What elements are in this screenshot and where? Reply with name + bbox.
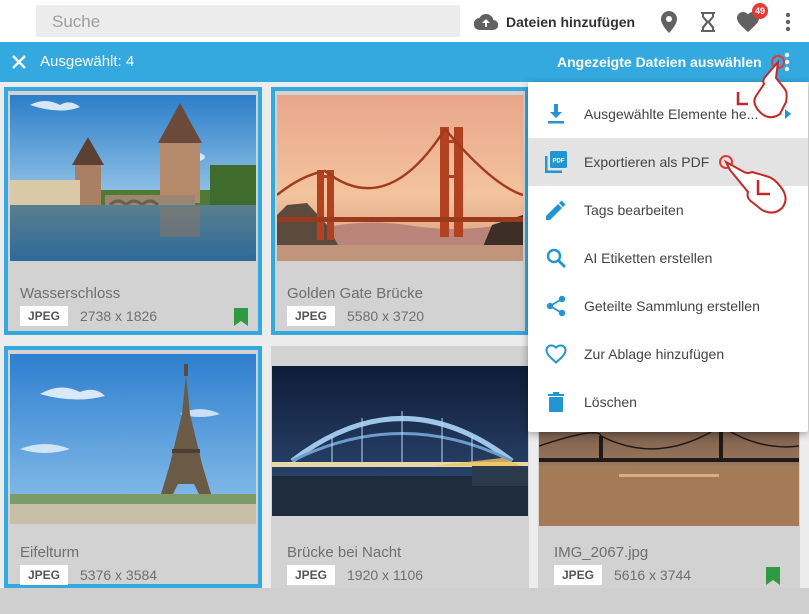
photo-eiffel: [10, 354, 256, 524]
cloud-upload-icon: [474, 13, 498, 31]
search-input[interactable]: Suche: [36, 5, 460, 37]
pencil-icon: [544, 198, 568, 222]
image-dimensions: 5376 x 3584: [80, 567, 158, 583]
image-card[interactable]: Brücke bei Nacht JPEG 1920 x 1106: [271, 346, 529, 588]
submenu-arrow-icon: [785, 109, 791, 119]
photo-golden-gate: [277, 95, 523, 261]
hourglass-icon[interactable]: [697, 11, 719, 33]
format-badge: JPEG: [554, 565, 603, 585]
card-title: Brücke bei Nacht: [287, 544, 402, 561]
select-displayed-button[interactable]: Angezeigte Dateien auswählen: [557, 54, 762, 70]
menu-item-download[interactable]: Ausgewählte Elemente he...: [528, 90, 808, 138]
image-dimensions: 5580 x 3720: [347, 308, 425, 324]
image-dimensions: 1920 x 1106: [347, 567, 424, 583]
menu-item-export-pdf[interactable]: PDF Exportieren als PDF: [528, 138, 808, 186]
more-vert-icon[interactable]: [777, 11, 799, 33]
menu-item-label: AI Etiketten erstellen: [584, 250, 713, 266]
card-title: Wasserschloss: [20, 285, 121, 302]
photo-wasserschloss: [10, 95, 256, 261]
selection-more-vert-icon[interactable]: [784, 52, 792, 72]
menu-item-label: Löschen: [584, 394, 637, 410]
format-badge: JPEG: [287, 565, 336, 585]
image-dimensions: 2738 x 1826: [80, 308, 158, 324]
search-icon: [544, 246, 568, 270]
menu-item-label: Zur Ablage hinzufügen: [584, 346, 725, 362]
svg-text:PDF: PDF: [553, 159, 565, 165]
menu-item-add-to-favorites[interactable]: Zur Ablage hinzufügen: [528, 330, 808, 378]
menu-item-label: Exportieren als PDF: [584, 154, 710, 170]
pdf-icon: PDF: [544, 150, 568, 174]
menu-item-label: Tags bearbeiten: [584, 202, 684, 218]
top-bar: Suche Dateien hinzufügen 49: [0, 0, 809, 43]
card-title: Golden Gate Brücke: [287, 285, 423, 302]
download-icon: [544, 102, 568, 126]
selection-bar: Ausgewählt: 4 Angezeigte Dateien auswähl…: [0, 42, 809, 82]
menu-item-label: Geteilte Sammlung erstellen: [584, 298, 760, 314]
menu-item-ai-labels[interactable]: AI Etiketten erstellen: [528, 234, 808, 282]
image-card[interactable]: Golden Gate Brücke JPEG 5580 x 3720: [271, 87, 529, 335]
image-card[interactable]: Wasserschloss JPEG 2738 x 1826: [4, 87, 262, 335]
menu-item-delete[interactable]: Löschen: [528, 378, 808, 426]
menu-item-shared-collection[interactable]: Geteilte Sammlung erstellen: [528, 282, 808, 330]
card-title: IMG_2067.jpg: [554, 544, 649, 561]
format-badge: JPEG: [20, 306, 69, 326]
upload-button[interactable]: Dateien hinzufügen: [474, 11, 635, 33]
upload-label: Dateien hinzufügen: [506, 14, 636, 30]
bookmark-icon[interactable]: [766, 567, 780, 585]
format-badge: JPEG: [287, 306, 336, 326]
card-title: Eifelturm: [20, 544, 80, 561]
share-icon: [544, 294, 568, 318]
selection-actions-menu: Ausgewählte Elemente he... PDF Exportier…: [528, 82, 808, 432]
close-icon[interactable]: [11, 54, 27, 70]
menu-item-label: Ausgewählte Elemente he...: [584, 106, 759, 122]
selection-count: Ausgewählt: 4: [40, 53, 135, 70]
bookmark-icon[interactable]: [234, 308, 248, 326]
format-badge: JPEG: [20, 565, 69, 585]
bottom-bar: [0, 588, 809, 614]
photo-bridge-night: [272, 366, 528, 516]
location-icon[interactable]: [658, 11, 680, 33]
favorites-count-badge: 49: [752, 3, 768, 19]
menu-item-edit-tags[interactable]: Tags bearbeiten: [528, 186, 808, 234]
trash-icon: [544, 390, 568, 414]
search-placeholder: Suche: [52, 12, 101, 31]
image-dimensions: 5616 x 3744: [614, 567, 692, 583]
image-card[interactable]: Eifelturm JPEG 5376 x 3584: [4, 346, 262, 588]
heart-icon: [544, 342, 568, 366]
